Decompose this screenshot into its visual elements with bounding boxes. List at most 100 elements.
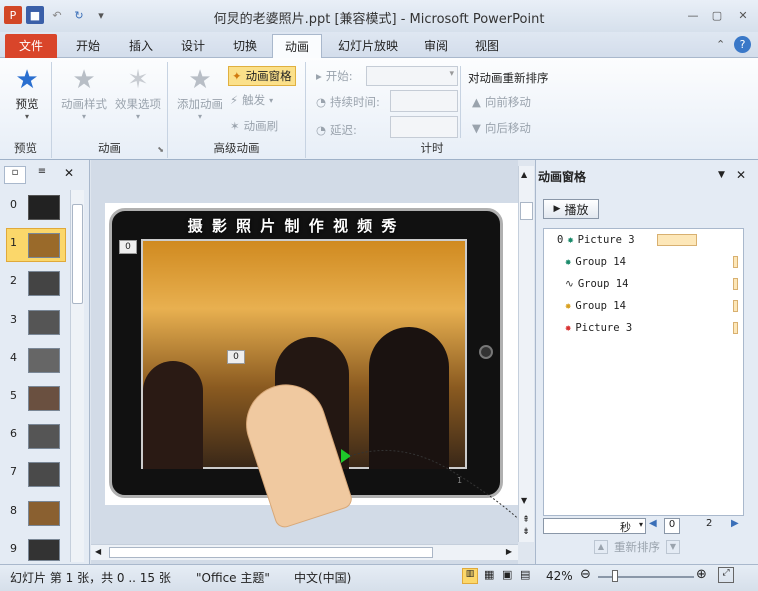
slide-number: 7 bbox=[10, 465, 17, 478]
close-icon[interactable]: ✕ bbox=[734, 8, 752, 24]
tab-insert[interactable]: 插入 bbox=[118, 34, 164, 58]
start-select[interactable]: ▾ bbox=[366, 66, 458, 86]
down-arrow-icon: ▼ bbox=[472, 121, 481, 135]
slides-tab[interactable]: ▫ bbox=[4, 166, 26, 184]
motion-path-start-icon[interactable] bbox=[341, 449, 351, 463]
minimize-icon[interactable]: — bbox=[684, 8, 702, 24]
reorder-label: 对动画重新排序 bbox=[468, 71, 549, 85]
animation-pane-icon: ✦ bbox=[232, 69, 242, 83]
zoom-in-icon[interactable]: ⊕ bbox=[696, 567, 707, 582]
tab-review[interactable]: 审阅 bbox=[414, 34, 458, 58]
slide-banner-text: 摄 影 照 片 制 作 视 频 秀 bbox=[187, 217, 399, 235]
slide-number: 2 bbox=[10, 274, 17, 287]
group-animation: ★ 动画样式 ▾ ✶ 效果选项 ▾ 动画 ⬊ bbox=[52, 62, 168, 158]
timeline-mark: 2 bbox=[706, 518, 713, 529]
duration-spinner[interactable] bbox=[390, 90, 458, 112]
tab-transitions[interactable]: 切换 bbox=[222, 34, 268, 58]
animation-item[interactable]: 0 ✸ Picture 3 bbox=[557, 234, 697, 246]
dialog-launcher-icon[interactable]: ⬊ bbox=[157, 145, 164, 154]
tab-slideshow[interactable]: 幻灯片放映 bbox=[330, 34, 406, 58]
trigger-button[interactable]: ⚡ 触发 ▾ bbox=[230, 92, 273, 108]
slide-number: 8 bbox=[10, 504, 17, 517]
slide-thumbnail[interactable] bbox=[28, 386, 60, 411]
language[interactable]: 中文(中国) bbox=[294, 569, 351, 586]
entrance-effect-icon: ✸ bbox=[565, 256, 572, 268]
person-silhouette bbox=[143, 361, 203, 469]
slide[interactable]: 摄 影 照 片 制 作 视 频 秀 0 0 1 bbox=[105, 203, 518, 530]
exit-effect-icon: ✸ bbox=[565, 322, 572, 334]
animation-pane-title: 动画窗格 bbox=[538, 170, 587, 184]
canvas-vertical-scrollbar[interactable]: ▲ ▼ bbox=[518, 166, 534, 542]
tab-view[interactable]: 视图 bbox=[464, 34, 510, 58]
canvas-horizontal-scrollbar[interactable]: ◀ ▶ bbox=[91, 544, 518, 560]
reading-view-icon[interactable]: ▣ bbox=[502, 568, 512, 581]
close-pane-icon[interactable]: ✕ bbox=[64, 166, 74, 180]
reorder-controls: ▲ 重新排序 ▼ bbox=[594, 539, 680, 555]
seconds-dropdown[interactable]: 秒 ▾ bbox=[543, 518, 646, 534]
slide-sorter-icon[interactable]: ▦ bbox=[484, 568, 494, 581]
animation-item[interactable]: ✸ Picture 3 bbox=[565, 322, 632, 334]
add-animation-button[interactable]: ★ 添加动画 ▾ bbox=[172, 64, 228, 121]
delay-spinner[interactable] bbox=[390, 116, 458, 138]
collapse-ribbon-icon[interactable]: ⌃ bbox=[716, 38, 725, 51]
effect-options-button[interactable]: ✶ 效果选项 ▾ bbox=[112, 64, 164, 121]
star-icon: ★ bbox=[15, 65, 39, 95]
timeline-bar bbox=[656, 234, 697, 246]
zoom-out-icon[interactable]: ⊖ bbox=[580, 567, 591, 582]
move-earlier-button[interactable]: ▲ 向前移动 bbox=[472, 94, 531, 110]
tab-animations[interactable]: 动画 bbox=[272, 34, 322, 59]
slideshow-icon[interactable]: ▤ bbox=[520, 568, 530, 581]
scroll-thumb[interactable] bbox=[72, 204, 83, 304]
motion-path-icon: ∿ bbox=[565, 278, 574, 290]
tab-file[interactable]: 文件 bbox=[5, 34, 57, 58]
slide-thumbnail[interactable] bbox=[28, 233, 60, 258]
outline-tab[interactable]: ≡ bbox=[30, 166, 54, 184]
preview-button[interactable]: ★ 预览 ▾ bbox=[8, 64, 46, 121]
play-button[interactable]: ▶ 播放 bbox=[543, 199, 599, 219]
timeline-prev-icon[interactable]: ◀ bbox=[649, 518, 657, 529]
scroll-thumb[interactable] bbox=[520, 202, 533, 220]
slide-page-number: 1 bbox=[457, 476, 463, 485]
maximize-icon[interactable]: ▢ bbox=[708, 8, 726, 24]
zoom-level[interactable]: 42% bbox=[546, 569, 573, 583]
close-pane-icon[interactable]: ✕ bbox=[736, 168, 746, 182]
slide-thumbnail[interactable] bbox=[28, 462, 60, 487]
prev-next-slide-buttons[interactable]: ⇞ ⇟ bbox=[518, 514, 534, 544]
home-button-icon bbox=[479, 345, 493, 359]
timeline-bar bbox=[733, 300, 738, 312]
animation-painter-button[interactable]: ✶ 动画刷 bbox=[230, 118, 278, 134]
slide-thumbnail[interactable] bbox=[28, 348, 60, 373]
slide-thumbnail[interactable] bbox=[28, 271, 60, 296]
slide-thumbnail[interactable] bbox=[28, 195, 60, 220]
slide-thumbnail[interactable] bbox=[28, 424, 60, 449]
move-later-button[interactable]: ▼ 向后移动 bbox=[472, 120, 531, 136]
animation-tag[interactable]: 0 bbox=[227, 350, 245, 364]
normal-view-icon[interactable]: ▥ bbox=[462, 568, 478, 584]
slide-thumbnail[interactable] bbox=[28, 501, 60, 526]
slide-number: 0 bbox=[10, 198, 17, 211]
add-animation-icon: ★ bbox=[188, 65, 212, 95]
fit-to-window-icon[interactable]: ⤢ bbox=[718, 567, 734, 583]
animation-pane-button[interactable]: ✦ 动画窗格 bbox=[228, 66, 296, 86]
zoom-slider-thumb[interactable] bbox=[612, 570, 618, 582]
animation-item[interactable]: ∿ Group 14 bbox=[565, 278, 628, 290]
tab-design[interactable]: 设计 bbox=[170, 34, 216, 58]
reorder-up-icon[interactable]: ▲ bbox=[594, 540, 608, 554]
pane-menu-icon[interactable]: ▼ bbox=[718, 170, 725, 180]
animation-tag[interactable]: 0 bbox=[119, 240, 137, 254]
slides-scrollbar[interactable] bbox=[70, 190, 84, 562]
help-icon[interactable]: ? bbox=[734, 36, 751, 53]
slide-thumbnail[interactable] bbox=[28, 310, 60, 335]
timeline-next-icon[interactable]: ▶ bbox=[731, 518, 739, 529]
animation-item[interactable]: ✸ Group 14 bbox=[565, 256, 626, 268]
clock-icon: ◔ bbox=[316, 95, 327, 109]
scroll-thumb[interactable] bbox=[109, 547, 433, 558]
slide-thumbnail[interactable] bbox=[28, 539, 60, 561]
reorder-down-icon[interactable]: ▼ bbox=[666, 540, 680, 554]
start-label: ▸ 开始: bbox=[316, 69, 353, 83]
animation-item[interactable]: ✸ Group 14 bbox=[565, 300, 626, 312]
tab-home[interactable]: 开始 bbox=[64, 34, 112, 58]
slide-number: 3 bbox=[10, 313, 17, 326]
timeline-bar bbox=[733, 322, 738, 334]
animation-styles-button[interactable]: ★ 动画样式 ▾ bbox=[58, 64, 110, 121]
